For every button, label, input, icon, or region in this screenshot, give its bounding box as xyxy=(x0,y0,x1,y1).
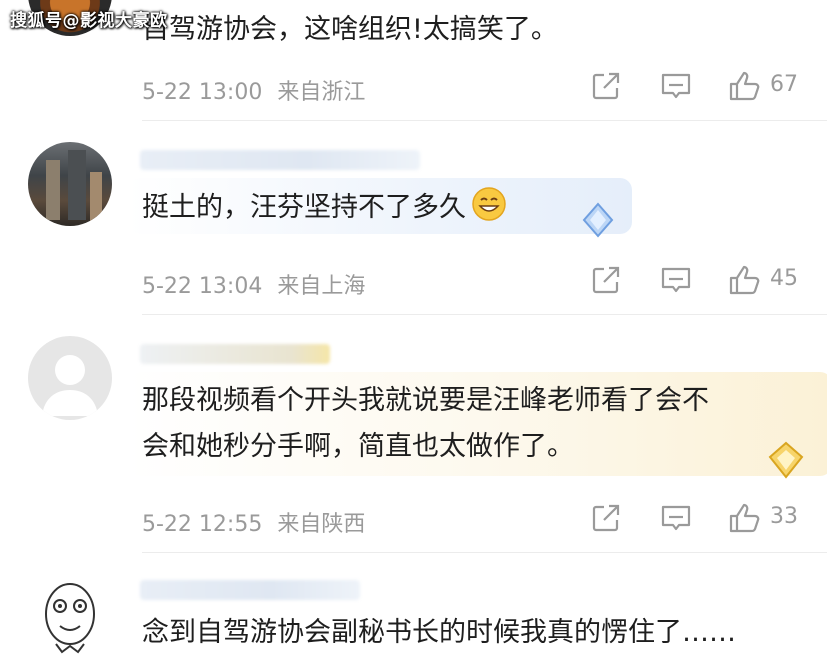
watermark: 搜狐号@影视大豪欧 xyxy=(10,11,168,31)
comment-meta: 5-22 13:00 来自浙江 xyxy=(142,74,365,106)
like-count: 33 xyxy=(770,504,798,529)
comment-text-line: 会和她秒分手啊，简直也太做作了。 xyxy=(142,431,574,462)
thumbs-up-icon[interactable] xyxy=(728,264,760,296)
comment-location: 来自浙江 xyxy=(277,80,366,105)
share-icon[interactable] xyxy=(590,264,622,296)
like-count: 67 xyxy=(770,72,798,97)
comment-meta: 5-22 12:55 来自陕西 xyxy=(142,506,365,538)
comment-icon[interactable] xyxy=(660,264,692,296)
comment-text: 念到自驾游协会副秘书长的时候我真的愣住了…… xyxy=(142,617,736,648)
comment-text: 挺土的，汪芬坚持不了多久 xyxy=(142,185,508,231)
comment-location: 来自上海 xyxy=(277,274,366,299)
comment-icon[interactable] xyxy=(660,70,692,102)
comment-date: 5-22 12:55 xyxy=(142,512,263,537)
thumbs-up-icon[interactable] xyxy=(728,502,760,534)
share-icon[interactable] xyxy=(590,70,622,102)
crown-badge-icon xyxy=(764,440,808,484)
avatar[interactable] xyxy=(28,142,112,226)
grinning-face-emoji xyxy=(470,185,508,223)
comment-date: 5-22 13:00 xyxy=(142,80,263,105)
username-blurred xyxy=(140,150,420,170)
comment-icon[interactable] xyxy=(660,502,692,534)
diamond-badge-icon xyxy=(578,200,618,244)
comment-location: 来自陕西 xyxy=(277,512,366,537)
thumbs-up-icon[interactable] xyxy=(728,70,760,102)
avatar[interactable] xyxy=(28,574,112,658)
like-count: 45 xyxy=(770,266,798,291)
share-icon[interactable] xyxy=(590,502,622,534)
comment-text-line: 那段视频看个开头我就说要是汪峰老师看了会不 xyxy=(142,385,709,416)
comment-meta: 5-22 13:04 来自上海 xyxy=(142,268,365,300)
divider xyxy=(142,314,827,315)
username-blurred xyxy=(140,344,330,364)
comment-text: 自驾游协会，这啥组织!太搞笑了。 xyxy=(142,14,558,45)
comment-date: 5-22 13:04 xyxy=(142,274,263,299)
avatar[interactable] xyxy=(28,336,112,420)
divider xyxy=(142,552,827,553)
username-blurred xyxy=(140,580,360,600)
divider xyxy=(142,120,827,121)
